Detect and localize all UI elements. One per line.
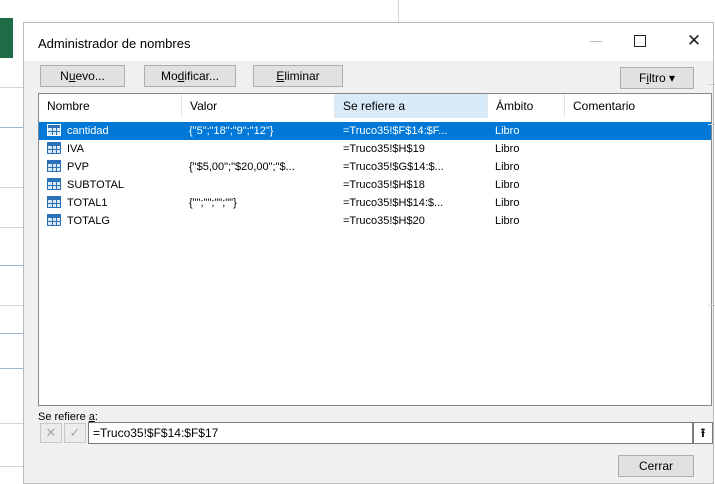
- item-scope: Libro: [495, 143, 520, 155]
- column-header-scope[interactable]: Ámbito: [488, 94, 565, 118]
- check-icon: ✓: [69, 425, 81, 440]
- item-name: TOTAL1: [67, 197, 108, 209]
- confirm-edit-button[interactable]: ✓: [64, 423, 86, 443]
- item-name: SUBTOTAL: [67, 179, 125, 191]
- column-header-refers-to[interactable]: Se refiere a: [335, 94, 488, 118]
- item-value: {"5";"18";"9";"12"}: [189, 125, 274, 137]
- close-icon: ✕: [686, 31, 702, 50]
- item-name: cantidad: [67, 125, 109, 137]
- item-value: [189, 212, 331, 230]
- excel-ribbon-edge: [0, 18, 13, 58]
- refers-to-label-text: Se refiere: [38, 411, 89, 423]
- minimize-icon: [590, 41, 602, 42]
- item-comment: [573, 158, 709, 176]
- sheet-column-line: [398, 0, 399, 22]
- cancel-icon: ✕: [45, 425, 57, 440]
- delete-button[interactable]: Eliminar: [253, 65, 343, 87]
- item-comment: [573, 176, 709, 194]
- name-manager-dialog: Administrador de nombres ✕ Nuevo... Modi…: [23, 22, 714, 484]
- new-button[interactable]: Nuevo...: [40, 65, 125, 87]
- list-item[interactable]: SUBTOTAL =Truco35!$H$18 Libro: [39, 176, 711, 194]
- delete-label-rest: liminar: [284, 69, 320, 83]
- item-value: {"$5,00";"$20,00";"$...: [189, 161, 295, 173]
- refers-to-input[interactable]: =Truco35!$F$14:$F$17: [88, 422, 693, 444]
- named-range-icon: [47, 178, 61, 190]
- item-comment: [573, 212, 709, 230]
- item-scope: Libro: [495, 161, 520, 173]
- filter-label-rest: ltro ▾: [648, 71, 676, 85]
- item-scope: Libro: [495, 215, 520, 227]
- edit-label-rest: ificar...: [184, 69, 220, 83]
- item-value: [189, 140, 331, 158]
- named-range-icon: [47, 214, 61, 226]
- list-item[interactable]: TOTALG =Truco35!$H$20 Libro: [39, 212, 711, 230]
- column-header-name[interactable]: Nombre: [39, 94, 182, 118]
- item-comment: [573, 122, 709, 140]
- minimize-button: [576, 27, 616, 55]
- list-item[interactable]: TOTAL1 {"";"";"";""} =Truco35!$H$14:$...…: [39, 194, 711, 212]
- item-comment: [573, 194, 709, 212]
- item-name: IVA: [67, 143, 84, 155]
- named-range-icon: [47, 160, 61, 172]
- close-dialog-button[interactable]: Cerrar: [618, 455, 694, 477]
- named-range-icon: [47, 142, 61, 154]
- item-refers-to: =Truco35!$H$14:$...: [343, 197, 444, 209]
- item-name: PVP: [67, 161, 90, 173]
- edit-label: Mo: [160, 69, 178, 83]
- named-range-icon: [47, 124, 61, 136]
- new-label-rest: evo...: [75, 69, 105, 83]
- list-header: Nombre Valor Se refiere a Ámbito Comenta…: [39, 94, 711, 118]
- item-value: [189, 176, 331, 194]
- close-button[interactable]: ✕: [674, 27, 714, 55]
- title-bar: Administrador de nombres ✕: [24, 23, 713, 61]
- item-scope: Libro: [495, 179, 520, 191]
- sheet-gridline: [708, 84, 715, 85]
- dialog-title: Administrador de nombres: [38, 36, 191, 51]
- new-mnemonic: u: [68, 69, 76, 83]
- cancel-edit-button[interactable]: ✕: [40, 423, 62, 443]
- named-range-icon: [47, 196, 61, 208]
- item-scope: Libro: [495, 197, 520, 209]
- sheet-gridline: [708, 305, 715, 306]
- maximize-button[interactable]: [620, 27, 660, 55]
- item-scope: Libro: [495, 125, 520, 137]
- list-item[interactable]: cantidad {"5";"18";"9";"12"} =Truco35!$F…: [39, 122, 711, 140]
- item-refers-to: =Truco35!$H$20: [343, 215, 425, 227]
- item-value: {"";"";"";""}: [189, 197, 237, 209]
- list-item[interactable]: PVP {"$5,00";"$20,00";"$... =Truco35!$G$…: [39, 158, 711, 176]
- item-refers-to: =Truco35!$F$14:$F...: [343, 125, 448, 137]
- collapse-arrow-icon: ⭱: [700, 426, 706, 440]
- filter-button[interactable]: Filtro ▾: [620, 67, 694, 89]
- item-refers-to: =Truco35!$G$14:$...: [343, 161, 444, 173]
- edit-button[interactable]: Modificar...: [144, 65, 236, 87]
- item-comment: [573, 140, 709, 158]
- item-name: TOTALG: [67, 215, 110, 227]
- maximize-icon: [634, 35, 646, 47]
- collapse-dialog-button[interactable]: ⭱: [693, 422, 713, 444]
- sheet-gridline: [708, 124, 715, 125]
- column-header-value[interactable]: Valor: [182, 94, 335, 118]
- item-refers-to: =Truco35!$H$18: [343, 179, 425, 191]
- names-list[interactable]: Nombre Valor Se refiere a Ámbito Comenta…: [38, 93, 712, 406]
- item-refers-to: =Truco35!$H$19: [343, 143, 425, 155]
- new-label: N: [60, 69, 69, 83]
- list-item[interactable]: IVA =Truco35!$H$19 Libro: [39, 140, 711, 158]
- column-header-comment[interactable]: Comentario: [565, 94, 711, 118]
